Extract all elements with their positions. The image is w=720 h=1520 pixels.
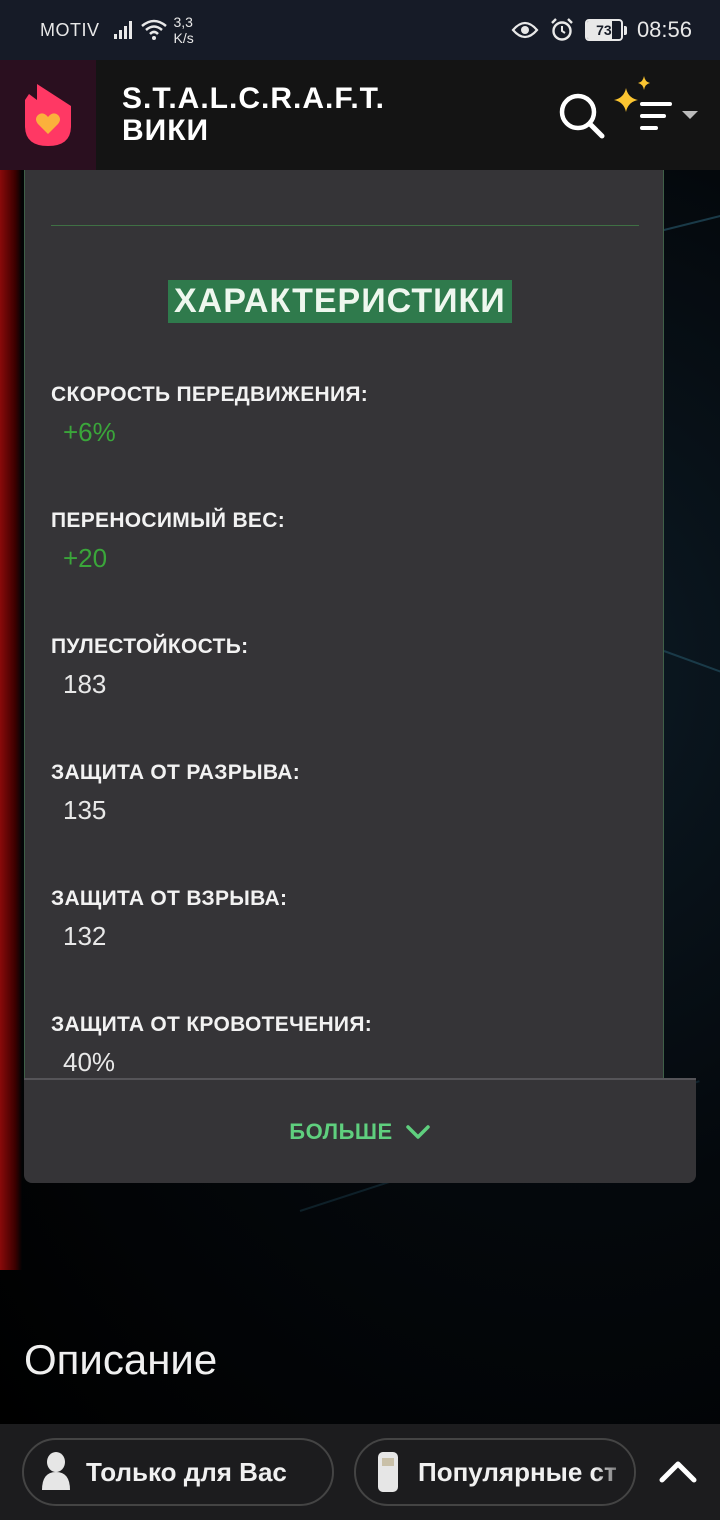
carrier-name: MOTIV (40, 19, 100, 40)
stat-explosion-protection: ЗАЩИТА ОТ ВЗРЫВА: 132 (51, 887, 287, 952)
for-you-pill[interactable]: Только для Вас (22, 1438, 334, 1506)
clock: 08:56 (636, 17, 692, 42)
stat-value: +20 (63, 543, 108, 573)
character-icon (42, 1452, 70, 1490)
show-more-label: БОЛЬШЕ (289, 1118, 393, 1144)
stat-carry-weight: ПЕРЕНОСИМЫЙ ВЕС: +20 (51, 509, 285, 574)
site-title[interactable]: S.T.A.L.C.R.A.F.T. ВИКИ (122, 83, 385, 147)
stat-value: 135 (63, 795, 107, 825)
popular-pill[interactable]: Популярные ст (354, 1438, 636, 1506)
characteristics-heading: ХАРАКТЕРИСТИКИ (168, 280, 512, 323)
stat-label: ЗАЩИТА ОТ ВЗРЫВА: (51, 887, 288, 910)
for-you-label: Только для Вас (86, 1456, 287, 1487)
stat-value: 40% (63, 1047, 116, 1077)
search-icon[interactable] (556, 90, 608, 142)
network-speed-value: 3,3 (173, 14, 193, 30)
stat-label: ЗАЩИТА ОТ КРОВОТЕЧЕНИЯ: (51, 1013, 373, 1036)
site-title-line2: ВИКИ (122, 114, 210, 147)
infobox-card: ХАРАКТЕРИСТИКИ СКОРОСТЬ ПЕРЕДВИЖЕНИЯ: +6… (24, 170, 664, 1078)
network-speed: 3,3 K/s (174, 14, 194, 46)
fandom-flame-icon (25, 84, 71, 146)
stat-bleeding-protection: ЗАЩИТА ОТ КРОВОТЕЧЕНИЯ: 40% (51, 1013, 372, 1078)
chevron-up-icon[interactable] (650, 1444, 706, 1500)
battery-level: 73 (596, 22, 612, 38)
network-speed-unit: K/s (173, 30, 194, 46)
site-header: S.T.A.L.C.R.A.F.T. ВИКИ (0, 60, 720, 170)
popular-label: Популярные ст (418, 1456, 617, 1487)
fandom-logo[interactable] (0, 60, 96, 170)
battery-icon: 73 (584, 19, 627, 41)
site-title-line1: S.T.A.L.C.R.A.F.T. (122, 82, 386, 115)
alarm-icon (551, 18, 573, 41)
eye-icon (511, 21, 539, 39)
stat-label: ПУЛЕСТОЙКОСТЬ: (51, 635, 249, 658)
device-icon (378, 1452, 398, 1492)
show-more-button[interactable]: БОЛЬШЕ (24, 1078, 696, 1183)
stat-label: СКОРОСТЬ ПЕРЕДВИЖЕНИЯ: (51, 383, 369, 406)
stat-value: 183 (63, 669, 107, 699)
chevron-down-icon (405, 1124, 430, 1139)
bottom-recommendation-bar: Только для Вас Популярные ст (0, 1424, 720, 1520)
menu-sparkle-icon[interactable] (610, 74, 706, 154)
stat-label: ЗАЩИТА ОТ РАЗРЫВА: (51, 761, 301, 784)
stat-bullet-resistance: ПУЛЕСТОЙКОСТЬ: 183 (51, 635, 248, 700)
wifi-icon (140, 19, 167, 40)
stat-label: ПЕРЕНОСИМЫЙ ВЕС: (51, 509, 285, 532)
status-bar: MOTIV 3,3 K/s 73 08:56 (0, 0, 720, 60)
divider (51, 225, 639, 226)
stat-movement-speed: СКОРОСТЬ ПЕРЕДВИЖЕНИЯ: +6% (51, 383, 368, 448)
stat-value: +6% (63, 417, 116, 447)
signal-icon (113, 21, 132, 39)
stat-value: 132 (63, 921, 107, 951)
section-title-description: Описание (24, 1336, 218, 1383)
stat-rupture-protection: ЗАЩИТА ОТ РАЗРЫВА: 135 (51, 761, 300, 826)
